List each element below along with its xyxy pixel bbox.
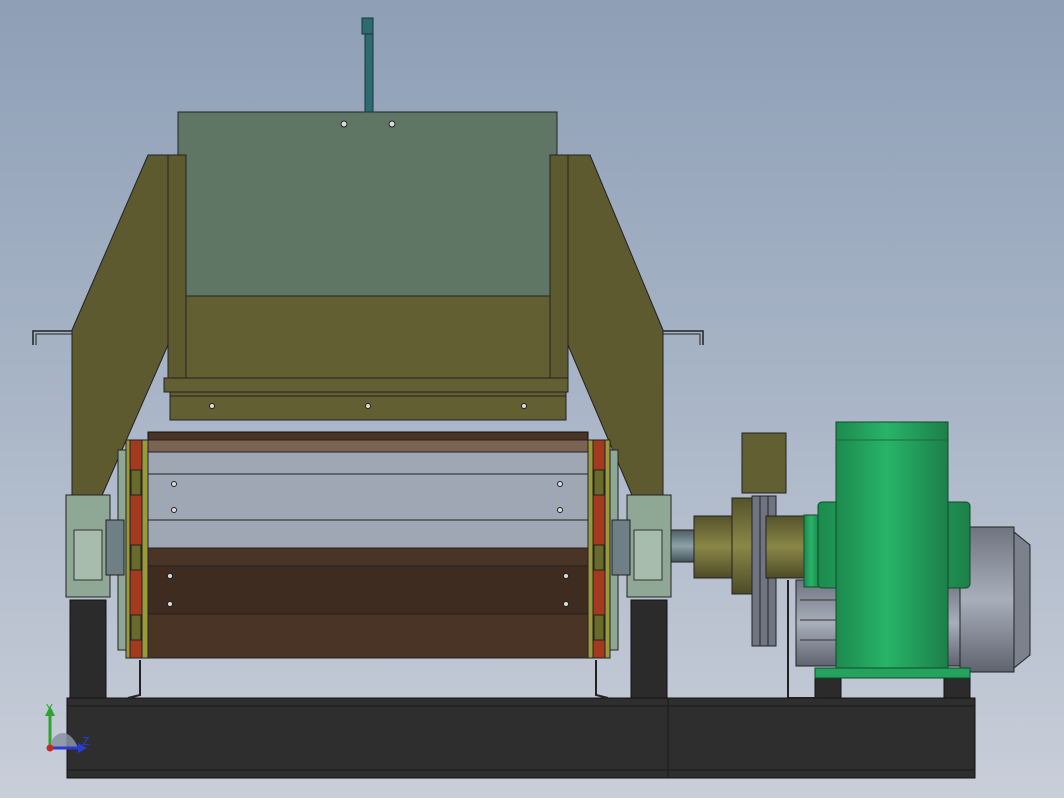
y-axis-label: Y — [45, 702, 53, 715]
drive-shaft — [670, 529, 696, 563]
left-bearing — [65, 494, 125, 598]
z-axis-label: Z — [82, 735, 90, 748]
adjustment-lever — [361, 17, 374, 113]
cad-viewport[interactable]: Y Z — [0, 0, 1064, 798]
crusher-drum — [127, 431, 609, 699]
bolt-hole — [388, 120, 396, 128]
base-frame — [66, 697, 976, 779]
bolt-hole — [340, 120, 348, 128]
feed-hopper — [163, 111, 569, 393]
x-axis-dot — [46, 744, 54, 752]
hopper-lip — [169, 391, 567, 421]
machine-drawing: Y Z — [32, 17, 1031, 779]
right-bearing — [611, 494, 672, 598]
coupling — [693, 432, 807, 647]
